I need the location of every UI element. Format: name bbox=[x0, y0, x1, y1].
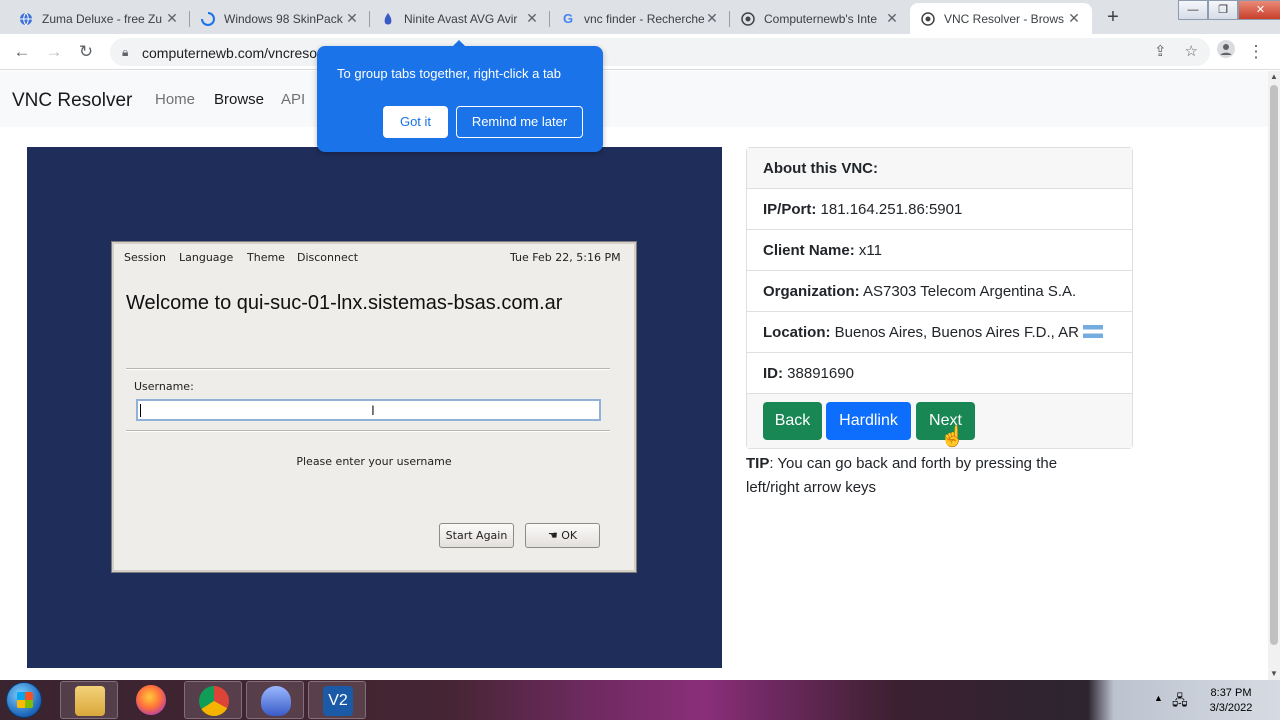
globe-icon bbox=[18, 11, 34, 27]
argentina-flag-icon bbox=[1082, 325, 1103, 338]
got-it-button[interactable]: Got it bbox=[383, 106, 448, 138]
close-tab-icon[interactable]: ✕ bbox=[884, 10, 900, 27]
menu-language: Language bbox=[179, 251, 234, 264]
vnc-screenshot: Session Language Theme Disconnect Tue Fe… bbox=[27, 147, 722, 668]
kebab-menu-icon[interactable]: ⋮ bbox=[1244, 40, 1268, 64]
computernewb-icon bbox=[920, 11, 936, 27]
tooltip-text: To group tabs together, right-click a ta… bbox=[337, 66, 562, 81]
close-tab-icon[interactable]: ✕ bbox=[1066, 10, 1082, 27]
close-tab-icon[interactable]: ✕ bbox=[164, 10, 180, 27]
browser-tab[interactable]: Zuma Deluxe - free Zu ✕ bbox=[8, 3, 190, 34]
taskbar-vnc-viewer[interactable]: V2 bbox=[308, 681, 366, 719]
close-tab-icon[interactable]: ✕ bbox=[704, 10, 720, 27]
login-prompt-message: Please enter your username bbox=[296, 455, 452, 468]
folder-icon bbox=[75, 686, 105, 716]
brand-link[interactable]: VNC Resolver bbox=[12, 90, 132, 112]
card-title: About this VNC: bbox=[747, 148, 1132, 189]
vnc-info-card: About this VNC: IP/Port: 181.164.251.86:… bbox=[746, 147, 1133, 449]
vnc-viewer-icon: V2 bbox=[323, 686, 353, 716]
start-button[interactable] bbox=[6, 682, 42, 718]
computernewb-icon bbox=[740, 11, 756, 27]
divider bbox=[126, 368, 610, 370]
taskbar-firefox[interactable] bbox=[122, 681, 180, 719]
windows-logo-icon bbox=[17, 692, 33, 708]
scrollbar-thumb[interactable] bbox=[1270, 85, 1278, 645]
text-caret bbox=[140, 404, 141, 417]
menu-disconnect: Disconnect bbox=[297, 251, 359, 264]
nav-link-home[interactable]: Home bbox=[155, 91, 195, 108]
nav-link-browse[interactable]: Browse bbox=[214, 91, 264, 108]
browser-tab[interactable]: Ninite Avast AVG Avir ✕ bbox=[370, 3, 550, 34]
windows-taskbar: V2 bbox=[0, 680, 1280, 720]
site-navbar: VNC Resolver Home Browse API bbox=[0, 71, 1268, 127]
login-datetime: Tue Feb 22, 5:16 PM bbox=[510, 251, 621, 264]
browser-tab[interactable]: G vnc finder - Recherche ✕ bbox=[550, 3, 730, 34]
divider bbox=[126, 430, 610, 432]
ninite-icon bbox=[380, 11, 396, 27]
remind-me-later-button[interactable]: Remind me later bbox=[456, 106, 583, 138]
browser-toolbar: ← → ↻ 🔒︎ computernewb.com/vncreso ⇪ ☆ ⋮ bbox=[0, 34, 1280, 70]
taskbar-explorer[interactable] bbox=[60, 681, 118, 719]
page-scrollbar[interactable]: ▲ ▼ bbox=[1268, 71, 1280, 680]
new-tab-button[interactable]: + bbox=[1100, 6, 1126, 28]
maximize-icon[interactable]: ❐ bbox=[1208, 0, 1238, 20]
back-arrow-icon[interactable]: ← bbox=[10, 40, 34, 64]
username-field: I bbox=[136, 399, 601, 421]
browser-tab[interactable]: Windows 98 SkinPack ✕ bbox=[190, 3, 370, 34]
tip-text: TIP: You can go back and forth by pressi… bbox=[746, 455, 1058, 496]
close-window-icon[interactable]: ✕ bbox=[1238, 0, 1280, 20]
menu-session: Session bbox=[124, 251, 166, 264]
lock-icon[interactable]: 🔒︎ bbox=[122, 45, 128, 60]
scroll-down-icon[interactable]: ▼ bbox=[1268, 668, 1280, 680]
scroll-up-icon[interactable]: ▲ bbox=[1268, 71, 1280, 83]
window-controls: — ❐ ✕ bbox=[1178, 0, 1280, 20]
info-row-client-name: Client Name: x11 bbox=[747, 230, 1132, 271]
minimize-icon[interactable]: — bbox=[1178, 0, 1208, 20]
taskbar-chrome[interactable] bbox=[184, 681, 242, 719]
close-tab-icon[interactable]: ✕ bbox=[524, 10, 540, 27]
tab-strip: Zuma Deluxe - free Zu ✕ Windows 98 SkinP… bbox=[0, 0, 1280, 34]
firefox-icon bbox=[136, 685, 166, 715]
welcome-heading: Welcome to qui-suc-01-lnx.sistemas-bsas.… bbox=[126, 292, 563, 314]
show-hidden-icons-icon[interactable]: ▲ bbox=[1154, 693, 1163, 703]
info-row-organization: Organization: AS7303 Telecom Argentina S… bbox=[747, 271, 1132, 312]
start-again-button: Start Again bbox=[439, 523, 514, 548]
tab-group-tooltip: To group tabs together, right-click a ta… bbox=[317, 46, 603, 152]
ibeam-cursor-icon: I bbox=[371, 402, 375, 418]
info-row-id: ID: 38891690 bbox=[747, 353, 1132, 394]
browser-tab[interactable]: Computernewb's Inte ✕ bbox=[730, 3, 910, 34]
ok-button: ☚ OK bbox=[525, 523, 600, 548]
network-icon[interactable]: 🖧︎ bbox=[1172, 690, 1188, 714]
address-bar[interactable]: 🔒︎ computernewb.com/vncreso ⇪ ☆ bbox=[110, 38, 1210, 66]
ninite-icon bbox=[261, 686, 291, 716]
login-dialog: Session Language Theme Disconnect Tue Fe… bbox=[112, 242, 636, 572]
reload-icon[interactable]: ↻ bbox=[74, 40, 98, 64]
chrome-icon bbox=[199, 686, 229, 716]
forward-arrow-icon[interactable]: → bbox=[42, 40, 66, 64]
hand-pointer-cursor-icon: ☝ bbox=[940, 426, 965, 448]
ok-hand-icon: ☚ bbox=[547, 529, 558, 542]
username-label: Username: bbox=[134, 380, 194, 393]
taskbar-clock[interactable]: 8:37 PM 3/3/2022 bbox=[1200, 686, 1262, 716]
back-button[interactable]: Back bbox=[763, 402, 822, 440]
bookmark-star-icon[interactable]: ☆ bbox=[1185, 42, 1198, 60]
menu-theme: Theme bbox=[247, 251, 285, 264]
info-row-location: Location: Buenos Aires, Buenos Aires F.D… bbox=[747, 312, 1132, 353]
nav-link-api[interactable]: API bbox=[281, 91, 305, 108]
login-menu-bar: Session Language Theme Disconnect Tue Fe… bbox=[114, 244, 634, 268]
close-tab-icon[interactable]: ✕ bbox=[344, 10, 360, 27]
browser-tab-active[interactable]: VNC Resolver - Brows ✕ bbox=[910, 3, 1092, 34]
info-row-ipport: IP/Port: 181.164.251.86:5901 bbox=[747, 189, 1132, 230]
taskbar-ninite[interactable] bbox=[246, 681, 304, 719]
google-icon: G bbox=[562, 11, 574, 26]
share-icon[interactable]: ⇪ bbox=[1154, 42, 1167, 60]
hardlink-button[interactable]: Hardlink bbox=[826, 402, 911, 440]
loading-spinner-icon bbox=[200, 11, 216, 27]
profile-icon[interactable] bbox=[1214, 40, 1238, 64]
